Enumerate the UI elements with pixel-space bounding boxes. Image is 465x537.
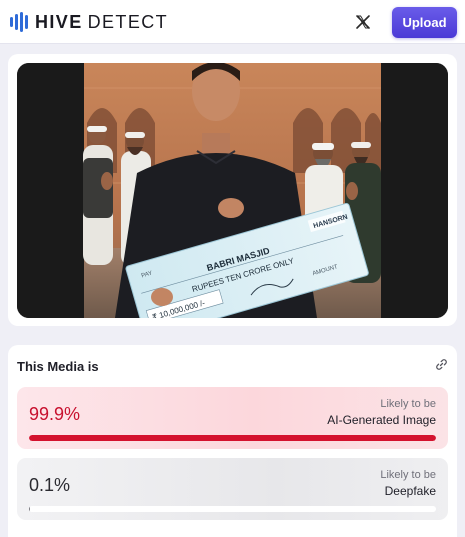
ai-generated-progress-fill bbox=[29, 435, 436, 441]
top-bar: HIVE DETECT Upload bbox=[0, 0, 465, 44]
deepfake-likely-text: Likely to be bbox=[380, 469, 436, 481]
deepfake-label: Deepfake bbox=[384, 484, 436, 498]
upload-button[interactable]: Upload bbox=[392, 7, 457, 38]
ai-generated-progress-track bbox=[29, 435, 436, 441]
detection-result-card: This Media is 99.9% Likely to be AI-Gene… bbox=[8, 345, 457, 537]
media-preview-card: HANSORN PAY BABRI MASJID RUPEES TEN CROR… bbox=[8, 54, 457, 326]
x-logo-icon[interactable] bbox=[355, 14, 371, 30]
result-title: This Media is bbox=[17, 359, 99, 374]
hive-logo-icon bbox=[10, 12, 28, 32]
deepfake-percent: 0.1% bbox=[29, 475, 71, 495]
ai-generated-result-row: 99.9% Likely to be AI-Generated Image bbox=[17, 387, 448, 449]
ai-generated-percent: 99.9% bbox=[29, 404, 81, 424]
logo-wordmark: HIVE DETECT bbox=[35, 11, 169, 32]
ai-generated-likely-text: Likely to be bbox=[380, 398, 436, 410]
ai-generated-label: AI-Generated Image bbox=[327, 413, 436, 427]
link-icon[interactable] bbox=[435, 358, 448, 371]
deepfake-progress-track bbox=[29, 506, 436, 512]
hive-detect-logo[interactable]: HIVE DETECT bbox=[10, 11, 168, 33]
deepfake-result-row: 0.1% Likely to be Deepfake bbox=[17, 458, 448, 520]
media-preview-image: HANSORN PAY BABRI MASJID RUPEES TEN CROR… bbox=[17, 63, 448, 318]
